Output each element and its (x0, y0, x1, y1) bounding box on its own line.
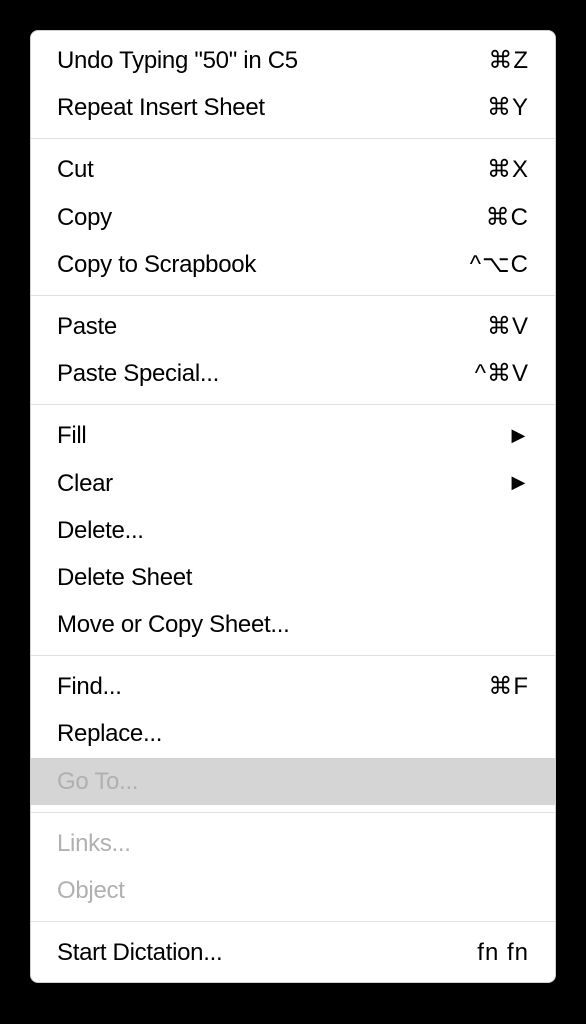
submenu-arrow-icon: ▶ (511, 469, 525, 497)
menu-separator (31, 655, 555, 656)
menu-item-label: Start Dictation... (57, 934, 477, 971)
menu-item-links: Links... (31, 820, 555, 867)
edit-menu: Undo Typing "50" in C5 ⌘Z Repeat Insert … (30, 30, 556, 983)
menu-separator (31, 404, 555, 405)
menu-item-find[interactable]: Find... ⌘F (31, 663, 555, 710)
menu-item-label: Copy to Scrapbook (57, 246, 470, 283)
menu-item-cut[interactable]: Cut ⌘X (31, 146, 555, 193)
menu-item-start-dictation[interactable]: Start Dictation... fn fn (31, 929, 555, 976)
menu-item-shortcut: fn fn (477, 934, 529, 971)
menu-item-label: Clear (57, 465, 511, 502)
menu-separator (31, 812, 555, 813)
menu-item-label: Replace... (57, 715, 529, 752)
menu-separator (31, 921, 555, 922)
menu-item-copy[interactable]: Copy ⌘C (31, 194, 555, 241)
menu-item-label: Repeat Insert Sheet (57, 89, 487, 126)
menu-item-label: Delete... (57, 512, 529, 549)
menu-item-label: Object (57, 872, 529, 909)
menu-item-repeat[interactable]: Repeat Insert Sheet ⌘Y (31, 84, 555, 131)
menu-separator (31, 138, 555, 139)
menu-item-label: Move or Copy Sheet... (57, 606, 529, 643)
menu-item-label: Copy (57, 199, 486, 236)
menu-item-shortcut: ⌘Y (487, 89, 529, 126)
menu-item-shortcut: ⌘X (487, 151, 529, 188)
menu-item-label: Links... (57, 825, 529, 862)
menu-item-go-to[interactable]: Go To... (31, 758, 555, 805)
menu-item-label: Paste Special... (57, 355, 475, 392)
menu-item-shortcut: ⌘C (486, 199, 529, 236)
menu-item-shortcut: ⌘Z (488, 42, 529, 79)
menu-item-replace[interactable]: Replace... (31, 710, 555, 757)
menu-separator (31, 295, 555, 296)
menu-item-shortcut: ^⌘V (475, 355, 529, 392)
menu-item-undo[interactable]: Undo Typing "50" in C5 ⌘Z (31, 37, 555, 84)
menu-item-label: Go To... (57, 763, 529, 800)
menu-item-clear[interactable]: Clear ▶ (31, 460, 555, 507)
menu-item-label: Fill (57, 417, 511, 454)
menu-item-fill[interactable]: Fill ▶ (31, 412, 555, 459)
menu-item-shortcut: ⌘V (487, 308, 529, 345)
menu-item-delete[interactable]: Delete... (31, 507, 555, 554)
menu-item-paste-special[interactable]: Paste Special... ^⌘V (31, 350, 555, 397)
menu-item-object: Object (31, 867, 555, 914)
menu-item-move-or-copy-sheet[interactable]: Move or Copy Sheet... (31, 601, 555, 648)
menu-item-label: Find... (57, 668, 488, 705)
menu-item-delete-sheet[interactable]: Delete Sheet (31, 554, 555, 601)
menu-item-copy-to-scrapbook[interactable]: Copy to Scrapbook ^⌥C (31, 241, 555, 288)
menu-item-label: Cut (57, 151, 487, 188)
submenu-arrow-icon: ▶ (511, 422, 525, 450)
menu-item-label: Paste (57, 308, 487, 345)
menu-item-label: Delete Sheet (57, 559, 529, 596)
menu-item-shortcut: ⌘F (488, 668, 529, 705)
menu-item-shortcut: ^⌥C (470, 246, 529, 283)
menu-item-paste[interactable]: Paste ⌘V (31, 303, 555, 350)
menu-item-label: Undo Typing "50" in C5 (57, 42, 488, 79)
